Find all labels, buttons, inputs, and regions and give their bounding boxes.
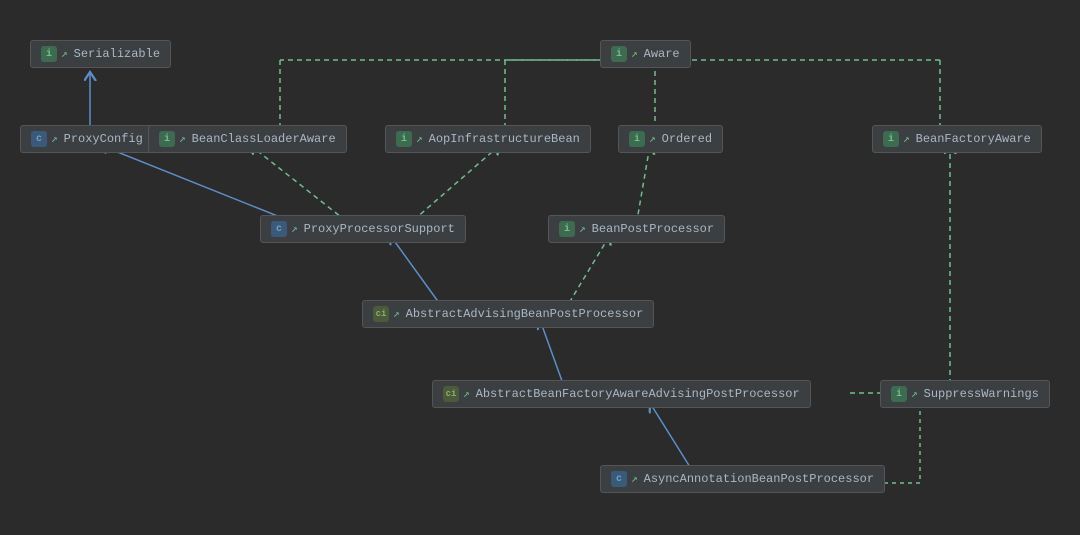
label-beanpostprocessor: BeanPostProcessor: [592, 222, 714, 236]
badge-suppresswarnings: i: [891, 386, 907, 402]
diagram-container: i ↗ Serializable i ↗ Aware c ↗ ProxyConf…: [0, 0, 1080, 535]
node-aopinfrastructurebean[interactable]: i ↗ AopInfrastructureBean: [385, 125, 591, 153]
badge-asyncannotationbeanpostprocessor: c: [611, 471, 627, 487]
node-ordered[interactable]: i ↗ Ordered: [618, 125, 723, 153]
label-proxyconfig: ProxyConfig: [64, 132, 143, 146]
badge-aopinfrastructurebean: i: [396, 131, 412, 147]
node-aware[interactable]: i ↗ Aware: [600, 40, 691, 68]
label-proxyprocessorsupport: ProxyProcessorSupport: [304, 222, 455, 236]
badge-proxyprocessorsupport: c: [271, 221, 287, 237]
node-beanclassloaderaware[interactable]: i ↗ BeanClassLoaderAware: [148, 125, 347, 153]
node-serializable[interactable]: i ↗ Serializable: [30, 40, 171, 68]
node-abstractbeanfactoryawareadvisingpostprocessor[interactable]: ci ↗ AbstractBeanFactoryAwareAdvisingPos…: [432, 380, 811, 408]
node-beanfactoryaware[interactable]: i ↗ BeanFactoryAware: [872, 125, 1042, 153]
label-ordered: Ordered: [662, 132, 712, 146]
node-suppresswarnings[interactable]: i ↗ SuppressWarnings: [880, 380, 1050, 408]
badge-beanclassloaderaware: i: [159, 131, 175, 147]
node-proxyprocessorsupport[interactable]: c ↗ ProxyProcessorSupport: [260, 215, 466, 243]
label-suppresswarnings: SuppressWarnings: [924, 387, 1039, 401]
label-abstractbeanfactoryawareadvisingpostprocessor: AbstractBeanFactoryAwareAdvisingPostProc…: [476, 387, 800, 401]
badge-proxyconfig: c: [31, 131, 47, 147]
node-proxyconfig[interactable]: c ↗ ProxyConfig: [20, 125, 154, 153]
node-abstractadvisingbeanpostprocessor[interactable]: ci ↗ AbstractAdvisingBeanPostProcessor: [362, 300, 654, 328]
node-beanpostprocessor[interactable]: i ↗ BeanPostProcessor: [548, 215, 725, 243]
label-beanfactoryaware: BeanFactoryAware: [916, 132, 1031, 146]
label-aware: Aware: [644, 47, 680, 61]
badge-aware: i: [611, 46, 627, 62]
badge-abstractadvisingbeanpostprocessor: ci: [373, 306, 389, 322]
node-asyncannotationbeanpostprocessor[interactable]: c ↗ AsyncAnnotationBeanPostProcessor: [600, 465, 885, 493]
label-serializable: Serializable: [74, 47, 160, 61]
label-asyncannotationbeanpostprocessor: AsyncAnnotationBeanPostProcessor: [644, 472, 874, 486]
badge-abstractbeanfactoryawareadvisingpostprocessor: ci: [443, 386, 459, 402]
badge-beanfactoryaware: i: [883, 131, 899, 147]
label-abstractadvisingbeanpostprocessor: AbstractAdvisingBeanPostProcessor: [406, 307, 644, 321]
label-aopinfrastructurebean: AopInfrastructureBean: [429, 132, 580, 146]
badge-beanpostprocessor: i: [559, 221, 575, 237]
label-beanclassloaderaware: BeanClassLoaderAware: [192, 132, 336, 146]
arrows-svg: [0, 0, 1080, 535]
badge-serializable: i: [41, 46, 57, 62]
badge-ordered: i: [629, 131, 645, 147]
